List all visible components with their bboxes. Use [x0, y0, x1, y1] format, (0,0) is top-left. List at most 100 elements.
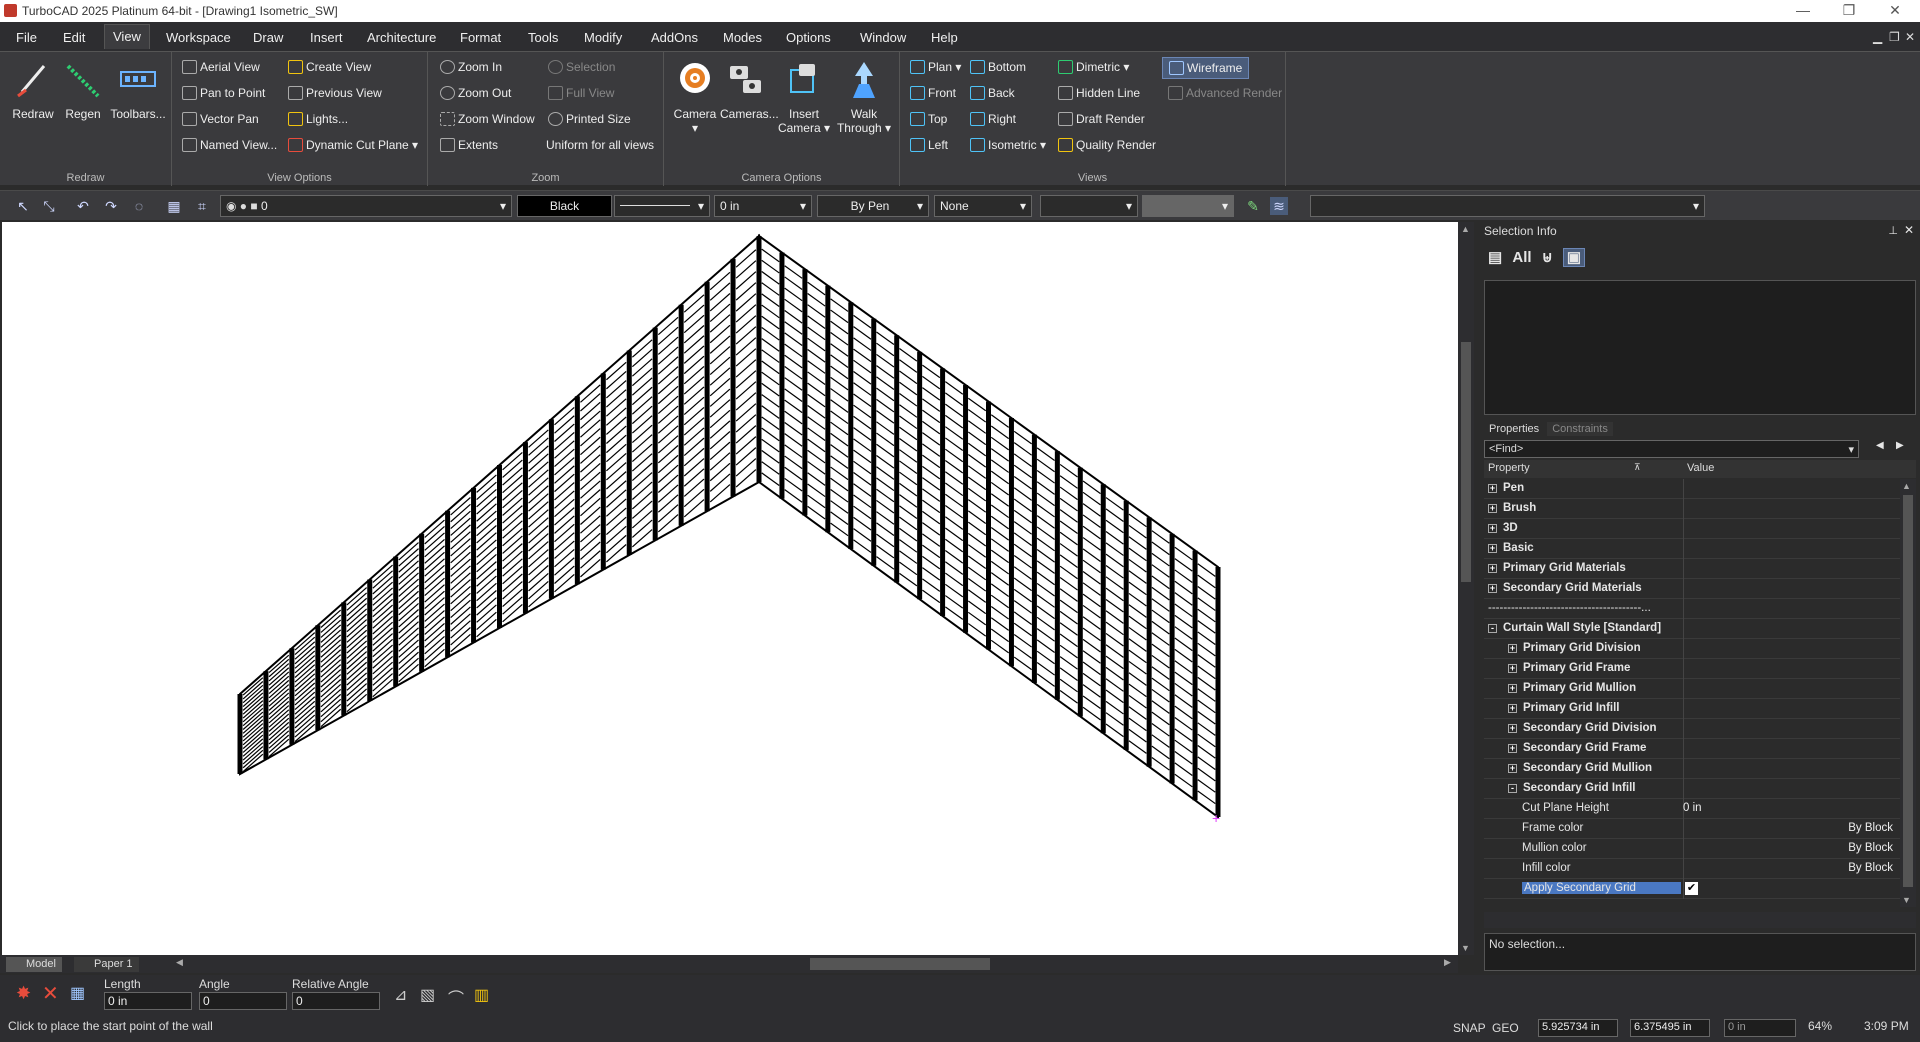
zoom-selection-button[interactable]: Selection [548, 60, 615, 74]
properties-icon[interactable]: ▦ [70, 983, 85, 1003]
select-screen-icon[interactable]: ▣ [1562, 248, 1586, 267]
apply-secondary-grid-checkbox[interactable]: ✔ [1685, 882, 1698, 895]
map-icon[interactable]: ▥ [474, 985, 489, 1005]
expand-icon[interactable]: + [1488, 564, 1497, 573]
menu-insert[interactable]: Insert [310, 30, 343, 45]
property-row[interactable]: + Primary Grid Division [1484, 639, 1900, 659]
extents-button[interactable]: Extents [440, 138, 498, 152]
property-row[interactable]: - Curtain Wall Style [Standard] [1484, 619, 1900, 639]
expand-icon[interactable]: + [1508, 664, 1517, 673]
expand-icon[interactable]: + [1488, 504, 1497, 513]
property-row[interactable]: Apply Secondary Grid ✔ [1484, 879, 1900, 899]
menu-window[interactable]: Window [860, 30, 906, 45]
curve-icon[interactable]: ⌒ [448, 985, 464, 1009]
redo-icon[interactable]: ↷ [102, 197, 120, 215]
minimize-button[interactable]: — [1780, 0, 1826, 22]
next-icon[interactable]: ▶ [1896, 440, 1904, 451]
regen-button[interactable]: Regen [60, 60, 106, 121]
quality-render-button[interactable]: Quality Render [1058, 138, 1156, 152]
dynamic-cut-plane-button[interactable]: Dynamic Cut Plane ▾ [288, 138, 418, 152]
select-filter-icon[interactable]: ▤ [1488, 249, 1502, 266]
menu-workspace[interactable]: Workspace [166, 30, 231, 45]
sort-icon[interactable]: ⊼ [1634, 462, 1641, 473]
menu-format[interactable]: Format [460, 30, 501, 45]
walk-through-button[interactable]: Walk Through ▾ [834, 60, 894, 135]
zoom-window-button[interactable]: Zoom Window [440, 112, 535, 126]
zoom-in-button[interactable]: Zoom In [440, 60, 502, 74]
menu-modify[interactable]: Modify [584, 30, 622, 45]
menu-file[interactable]: File [16, 30, 37, 45]
geo-toggle[interactable]: GEO [1492, 1021, 1519, 1035]
hidden-line-button[interactable]: Hidden Line [1058, 86, 1140, 100]
tab-paper-1[interactable]: Paper 1 [74, 957, 139, 972]
previous-view-button[interactable]: Previous View [288, 86, 382, 100]
menu-modes[interactable]: Modes [723, 30, 762, 45]
layer-stack-icon[interactable]: ≋ [1270, 197, 1288, 215]
zoom-out-button[interactable]: Zoom Out [440, 86, 511, 100]
snap-toggle[interactable]: SNAP [1453, 1021, 1486, 1035]
undo-icon[interactable]: ↶ [74, 197, 92, 215]
property-value[interactable]: By Block [1683, 842, 1893, 854]
property-row[interactable]: + Secondary Grid Mullion [1484, 759, 1900, 779]
expand-icon[interactable]: + [1508, 764, 1517, 773]
blank-select-2[interactable]: ▾ [1142, 195, 1234, 217]
select-all-button[interactable]: All [1512, 249, 1531, 266]
isometric-button[interactable]: Isometric ▾ [970, 138, 1046, 152]
length-field[interactable]: 0 in [104, 992, 192, 1010]
property-row[interactable]: + Brush [1484, 499, 1900, 519]
find-field[interactable]: <Find> ▾ [1484, 440, 1859, 458]
toolbars-button[interactable]: Toolbars... [110, 60, 166, 121]
mdi-close-icon[interactable]: ✕ [1905, 30, 1915, 44]
pattern-select[interactable]: None ▾ [934, 195, 1032, 217]
property-row[interactable]: - Secondary Grid Infill [1484, 779, 1900, 799]
properties-scrollbar[interactable]: ▲ ▼ [1900, 479, 1916, 907]
edit-tool-icon[interactable]: ⤡ [40, 197, 58, 215]
insert-camera-button[interactable]: Insert Camera ▾ [776, 60, 832, 135]
property-row[interactable]: + Secondary Grid Division [1484, 719, 1900, 739]
menu-addons[interactable]: AddOns [651, 30, 698, 45]
canvas-vertical-scrollbar[interactable]: ▲ ▼ [1458, 222, 1474, 955]
expand-icon[interactable]: + [1508, 704, 1517, 713]
expand-icon[interactable]: + [1508, 644, 1517, 653]
property-value[interactable]: By Block [1683, 822, 1893, 834]
property-row[interactable]: + Pen [1484, 479, 1900, 499]
x-coordinate-field[interactable]: 5.925734 in [1538, 1019, 1618, 1037]
command-field[interactable]: ▾ [1310, 195, 1705, 217]
menu-architecture[interactable]: Architecture [367, 30, 436, 45]
menu-draw[interactable]: Draw [253, 30, 283, 45]
restore-button[interactable]: ❐ [1826, 0, 1872, 22]
tab-model[interactable]: Model [6, 957, 62, 972]
property-row[interactable]: Infill color By Block [1484, 859, 1900, 879]
expand-icon[interactable]: + [1488, 584, 1497, 593]
column-property[interactable]: Property [1488, 462, 1530, 474]
property-row[interactable]: + Secondary Grid Materials [1484, 579, 1900, 599]
property-value[interactable]: 0 in [1683, 802, 1702, 814]
pin-icon[interactable]: ⊥ [1888, 224, 1898, 237]
camera-button[interactable]: Camera ▾ [672, 60, 718, 135]
back-button[interactable]: Back [970, 86, 1015, 100]
color-select[interactable]: Black [517, 195, 612, 217]
create-view-button[interactable]: Create View [288, 60, 371, 74]
hatch-icon[interactable]: ▧ [420, 985, 435, 1005]
properties-hscroll[interactable] [1484, 912, 1916, 928]
finish-icon[interactable]: ✸ [16, 983, 31, 1004]
tab-constraints[interactable]: Constraints [1547, 422, 1613, 436]
property-row[interactable]: ----------------------------------------… [1484, 599, 1900, 619]
collapse-icon[interactable]: - [1488, 624, 1497, 633]
right-button[interactable]: Right [970, 112, 1016, 126]
scroll-left-icon[interactable]: ◀ [176, 957, 183, 968]
property-row[interactable]: + Secondary Grid Frame [1484, 739, 1900, 759]
bottom-button[interactable]: Bottom [970, 60, 1026, 74]
property-row[interactable]: Cut Plane Height 0 in [1484, 799, 1900, 819]
property-row[interactable]: + Basic [1484, 539, 1900, 559]
pan-to-point-button[interactable]: Pan to Point [182, 86, 265, 100]
redraw-button[interactable]: Redraw [10, 60, 56, 121]
property-row[interactable]: + Primary Grid Infill [1484, 699, 1900, 719]
layer-select[interactable]: ◉ ● ■ 0 ▾ [220, 195, 512, 217]
menu-edit[interactable]: Edit [63, 30, 85, 45]
property-row[interactable]: Frame color By Block [1484, 819, 1900, 839]
select-layers-icon[interactable]: ⊎ [1542, 249, 1553, 266]
line-style-select[interactable]: ▾ [614, 195, 710, 217]
dimetric-button[interactable]: Dimetric ▾ [1058, 60, 1129, 74]
property-row[interactable]: +3D [1484, 519, 1900, 539]
